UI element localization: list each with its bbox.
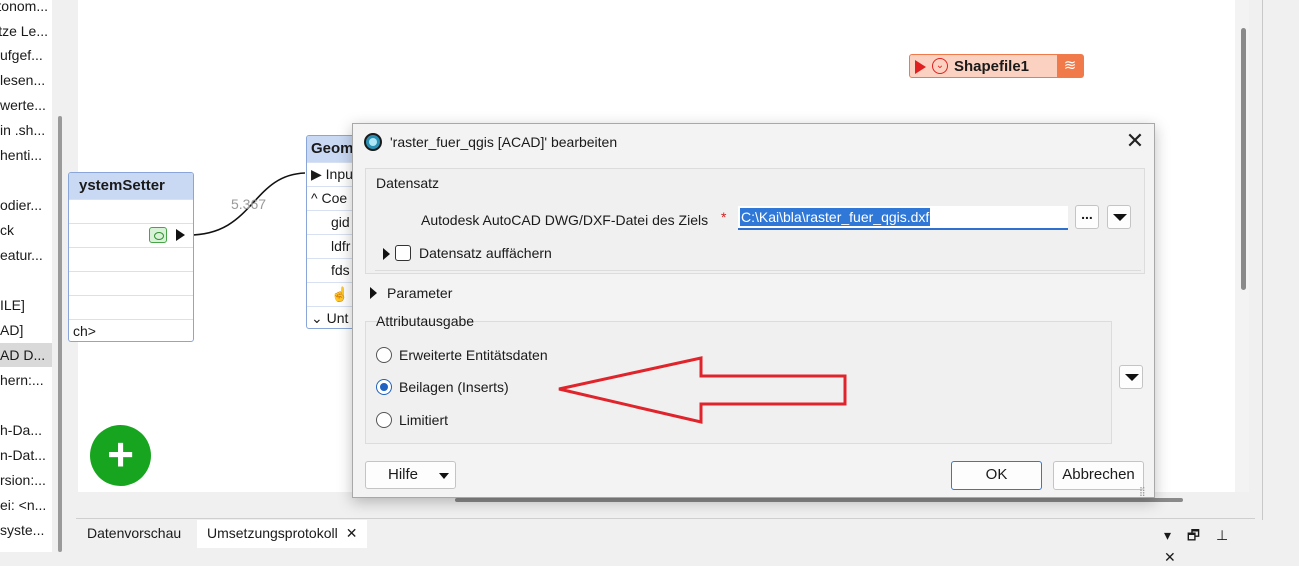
nav-item[interactable]: ei: <n... (0, 493, 52, 517)
chevron-down-circle-icon[interactable]: ⌄ (932, 58, 948, 74)
nav-item[interactable]: ck (0, 218, 52, 242)
nav-item[interactable]: eatur... (0, 243, 52, 267)
help-button[interactable]: Hilfe (365, 461, 456, 489)
required-marker: * (721, 209, 727, 225)
nav-item[interactable]: hern:... (0, 368, 52, 392)
nav-item[interactable]: ILE] (0, 293, 52, 317)
play-icon[interactable] (915, 60, 926, 74)
nav-item[interactable]: rsion:... (0, 468, 52, 492)
edit-writer-dialog: 'raster_fuer_qgis [ACAD]' bearbeiten ✕ D… (352, 123, 1155, 498)
node-port-row[interactable] (69, 247, 193, 271)
eye-icon[interactable] (149, 227, 167, 243)
radio-extended-entity-data[interactable] (376, 347, 392, 363)
nav-item[interactable]: h-Da... (0, 418, 52, 442)
browse-button[interactable]: ... (1075, 205, 1099, 229)
cancel-button[interactable]: Abbrechen (1053, 461, 1144, 490)
writer-featuretype-shapefile[interactable]: ⌄ Shapefile1 ≋ (909, 54, 1084, 78)
nav-item[interactable]: Ontonom... (0, 0, 52, 18)
radio-label[interactable]: Limitiert (399, 412, 448, 428)
transformer-node-coordinatesystemsetter[interactable]: ystemSetter ch> (68, 172, 194, 342)
nav-item[interactable]: AD] (0, 318, 52, 342)
featuretype-label: Shapefile1 (954, 58, 1030, 75)
target-file-input[interactable]: C:\Kai\bla\raster_fuer_qgis.dxf (738, 206, 1068, 230)
close-button[interactable]: ✕ (1123, 130, 1147, 154)
attribute-options-dropdown[interactable] (1119, 365, 1143, 389)
navigator-panel: Ontonom... tze Le... ufgef... lesen... w… (0, 0, 52, 552)
bottom-panel: Datenvorschau Umsetzungsprotokoll ✕ ▾ 🗗 ⊥… (76, 518, 1255, 565)
node-title: ystemSetter (69, 173, 193, 199)
expand-dataset-label[interactable]: Datensatz auffächern (419, 245, 552, 261)
nav-item[interactable]: lesen... (0, 68, 52, 92)
radio-label[interactable]: Erweiterte Entitätsdaten (399, 347, 548, 363)
radio-limited[interactable] (376, 412, 392, 428)
ok-button[interactable]: OK (951, 461, 1042, 490)
panel-tool-icons[interactable]: ▾ 🗗 ⊥ ✕ (1164, 525, 1255, 566)
node-port-row[interactable] (69, 295, 193, 319)
canvas-vertical-scrollbar[interactable] (1241, 28, 1246, 290)
app-icon (364, 133, 382, 151)
resize-grip-icon[interactable]: ⣿ (1139, 486, 1146, 497)
radio-label[interactable]: Beilagen (Inserts) (399, 379, 509, 395)
expand-arrow-icon[interactable] (370, 287, 377, 299)
nav-item[interactable]: henti... (0, 143, 52, 167)
divider (375, 270, 1141, 271)
target-options-dropdown[interactable] (1107, 205, 1131, 229)
output-port-icon[interactable] (176, 229, 185, 241)
nav-item[interactable]: syste... (0, 518, 52, 542)
tab-umsetzungsprotokoll[interactable]: Umsetzungsprotokoll ✕ (197, 520, 368, 548)
target-file-label: Autodesk AutoCAD DWG/DXF-Datei des Ziels (421, 212, 709, 228)
canvas-horizontal-scrollbar[interactable] (455, 498, 1183, 502)
nav-item[interactable]: tze Le... (0, 19, 52, 43)
tab-label: Umsetzungsprotokoll (207, 525, 338, 541)
expand-arrow-icon[interactable] (383, 248, 390, 260)
node-port-row[interactable]: ch> (69, 319, 193, 341)
dialog-title: 'raster_fuer_qgis [ACAD]' bearbeiten (390, 134, 618, 150)
navigator-scrollbar[interactable] (58, 116, 62, 552)
collapse-icon[interactable]: ^ (311, 190, 318, 206)
node-port-row[interactable] (69, 199, 193, 223)
nav-item[interactable]: odier... (0, 193, 52, 217)
input-port-icon[interactable]: ▶ (311, 166, 322, 182)
tab-datenvorschau[interactable]: Datenvorschau (87, 525, 181, 541)
add-button[interactable]: + (90, 425, 151, 486)
nav-item[interactable]: n-Dat... (0, 443, 52, 467)
nav-item-selected[interactable]: AD D... (0, 343, 52, 367)
layers-icon[interactable]: ≋ (1057, 55, 1083, 77)
group-heading: Datensatz (376, 175, 440, 191)
node-port-row[interactable] (69, 271, 193, 295)
expand-icon[interactable]: ⌄ (311, 310, 323, 326)
radio-inserts[interactable] (376, 379, 392, 395)
close-icon[interactable]: ✕ (346, 525, 358, 541)
divider (1262, 0, 1263, 520)
nav-item[interactable]: in .sh... (0, 118, 52, 142)
feature-count: 5.367 (231, 196, 267, 212)
nav-item[interactable]: ufgef... (0, 43, 52, 67)
parameter-section-toggle[interactable]: Parameter (387, 285, 452, 301)
group-heading: Attributausgabe (376, 313, 475, 329)
nav-item[interactable]: werte... (0, 93, 52, 117)
node-port-row[interactable] (69, 223, 193, 247)
annotation-arrow-icon (558, 356, 847, 424)
expand-dataset-checkbox[interactable] (395, 245, 411, 261)
